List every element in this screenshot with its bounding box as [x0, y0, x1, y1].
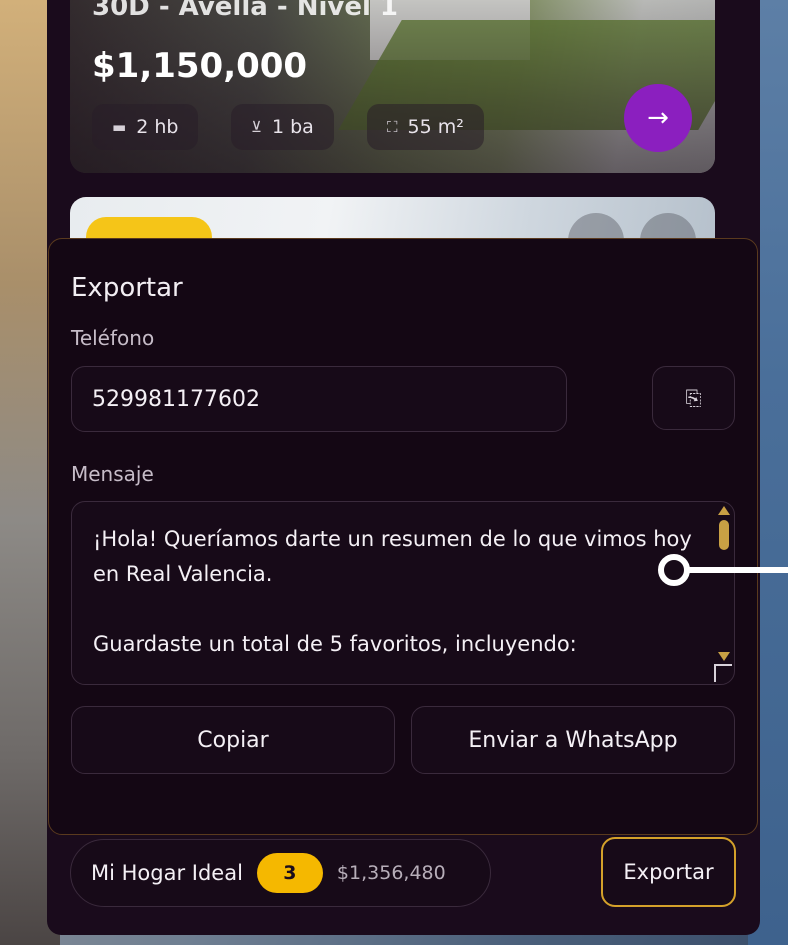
favorites-summary[interactable]: Mi Hogar Ideal 3 $1,356,480: [70, 839, 491, 907]
baths-chip: ⊻ 1 ba: [231, 104, 334, 150]
area-icon: ⛶: [387, 118, 398, 136]
copy-button[interactable]: Copiar: [71, 706, 395, 774]
total-price: $1,356,480: [336, 862, 446, 884]
bed-icon: ▬: [112, 118, 127, 136]
arrow-right-icon: →: [647, 103, 669, 133]
beds-chip: ▬ 2 hb: [92, 104, 199, 150]
phone-input[interactable]: [71, 366, 567, 432]
phone-label: Teléfono: [71, 326, 155, 350]
listing-card[interactable]: 30D - Avella - Nivel 1 $1,150,000 ▬ 2 hb…: [70, 0, 715, 173]
export-button[interactable]: Exportar: [601, 837, 736, 907]
scrollbar-thumb[interactable]: [719, 520, 729, 550]
message-text: ¡Hola! Queríamos darte un resumen de lo …: [93, 527, 692, 656]
listing-title: 30D - Avella - Nivel 1: [92, 0, 399, 22]
send-whatsapp-button[interactable]: Enviar a WhatsApp: [411, 706, 735, 774]
cursor-pointer-line: [688, 567, 788, 573]
beds-value: 2 hb: [136, 116, 179, 138]
scroll-down-icon[interactable]: [718, 652, 730, 661]
area-value: 55 m²: [407, 116, 464, 138]
copy-phone-button[interactable]: ⎘: [652, 366, 735, 430]
open-listing-button[interactable]: →: [624, 84, 692, 152]
list-name: Mi Hogar Ideal: [91, 861, 243, 885]
copy-icon: ⎘: [685, 386, 702, 410]
export-sheet: Exportar Teléfono ⎘ Mensaje ¡Hola! Querí…: [48, 238, 758, 835]
area-chip: ⛶ 55 m²: [367, 104, 484, 150]
cursor-indicator: [658, 554, 690, 586]
bath-icon: ⊻: [251, 118, 262, 136]
baths-value: 1 ba: [271, 116, 314, 138]
message-label: Mensaje: [71, 462, 154, 486]
resize-handle[interactable]: [714, 664, 732, 682]
message-textarea[interactable]: ¡Hola! Queríamos darte un resumen de lo …: [71, 501, 735, 685]
listing-price: $1,150,000: [92, 46, 308, 86]
sheet-title: Exportar: [71, 273, 183, 303]
scroll-up-icon[interactable]: [718, 506, 730, 515]
count-badge: 3: [256, 853, 323, 893]
